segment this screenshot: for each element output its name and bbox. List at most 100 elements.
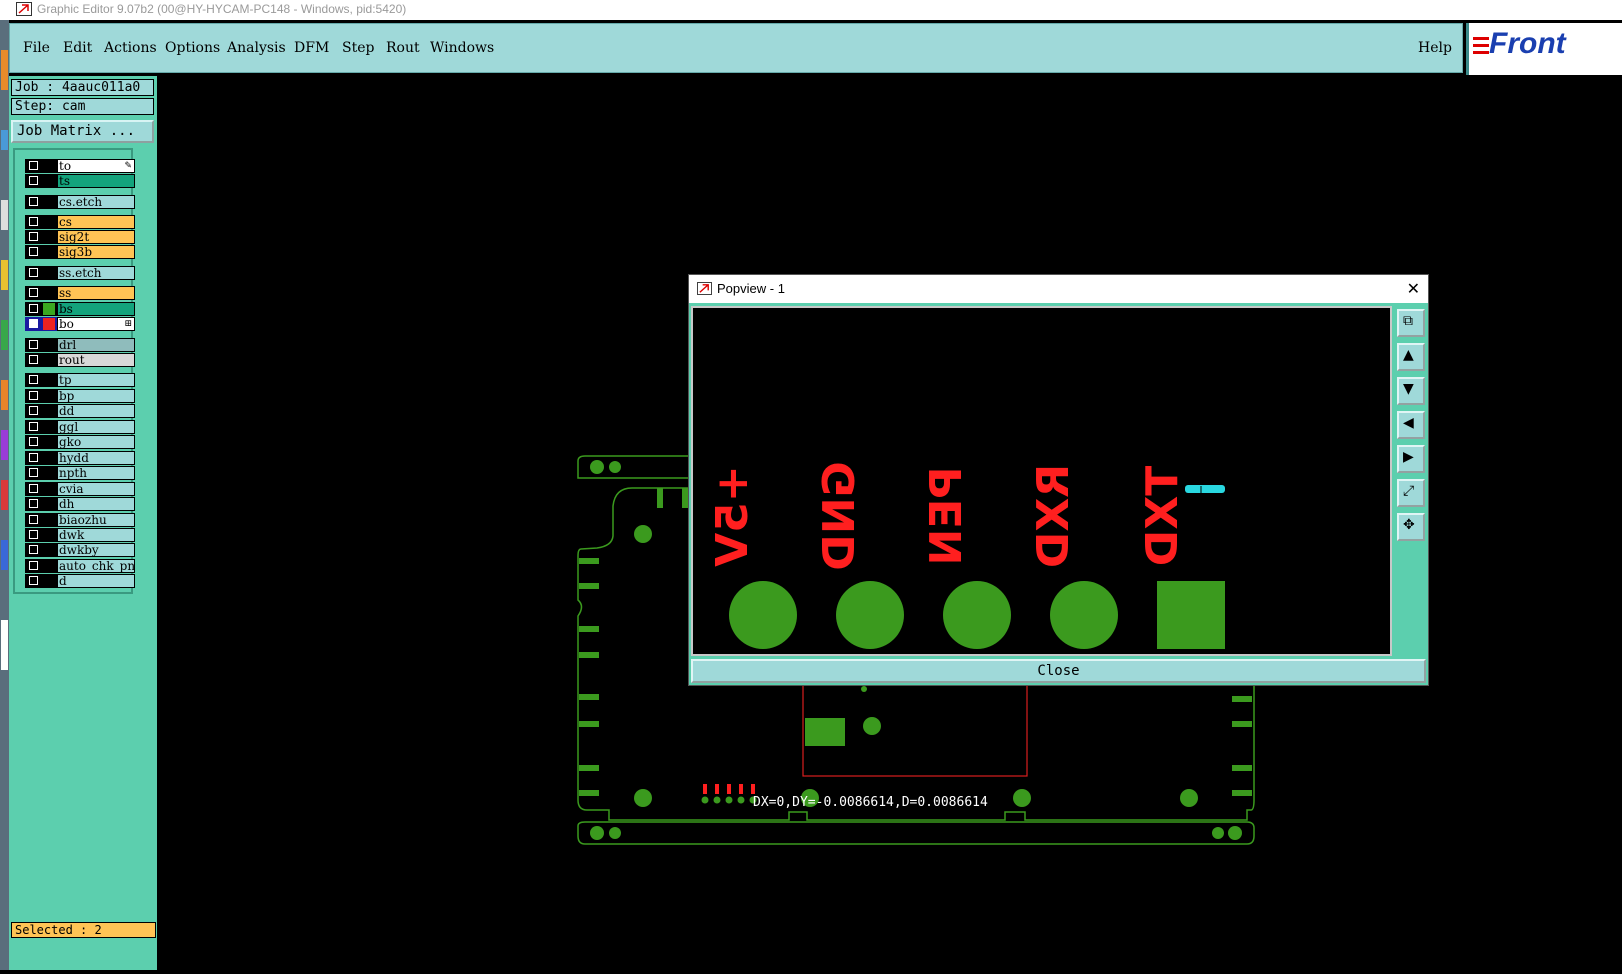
layer-row-bp[interactable]: bp [25, 389, 155, 403]
layer-checkbox[interactable] [25, 389, 57, 403]
pan-down-button[interactable]: ▼ [1397, 377, 1425, 405]
layer-checkbox[interactable] [25, 451, 57, 465]
layer-row-drl[interactable]: drl [25, 338, 155, 352]
zoom-fit-button[interactable]: ⤢ [1397, 479, 1425, 507]
popview-canvas[interactable]: +5V GND PEN RXD TXD [691, 306, 1392, 656]
layer-checkbox[interactable] [25, 466, 57, 480]
layer-checkbox[interactable] [25, 420, 57, 434]
layer-name[interactable]: gko [57, 435, 135, 449]
zoom-window-button[interactable]: ⧉ [1397, 309, 1425, 337]
layer-row-to[interactable]: to ✎ [25, 159, 155, 173]
layer-row-cvia[interactable]: cvia [25, 482, 155, 496]
layer-row-d[interactable]: d [25, 574, 155, 588]
menu-file[interactable]: File [23, 40, 50, 56]
layer-row-bo[interactable]: bo ⊞ [25, 317, 155, 331]
layer-checkbox[interactable] [25, 338, 57, 352]
layer-row-gko[interactable]: gko [25, 435, 155, 449]
layer-row-sig2t[interactable]: sig2t [25, 230, 155, 244]
layer-checkbox[interactable] [25, 317, 57, 331]
layer-name[interactable]: dh [57, 497, 135, 511]
layer-name[interactable]: ts [57, 174, 135, 188]
zoom-home-button[interactable]: ✥ [1397, 513, 1425, 541]
layer-name[interactable]: drl [57, 338, 135, 352]
layer-row-dwkby[interactable]: dwkby [25, 543, 155, 557]
layer-row-dh[interactable]: dh [25, 497, 155, 511]
layer-checkbox[interactable] [25, 230, 57, 244]
layer-checkbox[interactable] [25, 245, 57, 259]
layer-name[interactable]: cs.etch [57, 195, 135, 209]
layer-checkbox[interactable] [25, 215, 57, 229]
close-icon[interactable]: ✕ [1407, 279, 1420, 298]
pan-up-button[interactable]: ▲ [1397, 343, 1425, 371]
menu-analysis[interactable]: Analysis [227, 40, 286, 56]
layer-name[interactable]: dwkby [57, 543, 135, 557]
layer-checkbox[interactable] [25, 497, 57, 511]
layer-row-ts[interactable]: ts [25, 174, 155, 188]
menu-actions[interactable]: Actions [104, 40, 157, 56]
layer-row-sig3b[interactable]: sig3b [25, 245, 155, 259]
layer-row-bs[interactable]: bs [25, 302, 155, 316]
layer-checkbox[interactable] [25, 482, 57, 496]
layer-checkbox[interactable] [25, 174, 57, 188]
layer-name[interactable]: cs [57, 215, 135, 229]
layer-checkbox[interactable] [25, 574, 57, 588]
layer-row-ss[interactable]: ss [25, 286, 155, 300]
layer-name[interactable]: bs [57, 302, 135, 316]
layer-name[interactable]: bo ⊞ [57, 317, 135, 331]
layer-checkbox[interactable] [25, 353, 57, 367]
layer-row-rout[interactable]: rout [25, 353, 155, 367]
layer-name[interactable]: ss.etch [57, 266, 135, 280]
pan-left-button[interactable]: ◀ [1397, 411, 1425, 439]
menu-windows[interactable]: Windows [430, 40, 494, 56]
layer-checkbox[interactable] [25, 195, 57, 209]
layer-name[interactable]: cvia [57, 482, 135, 496]
layer-row-cs[interactable]: cs [25, 215, 155, 229]
layer-checkbox[interactable] [25, 435, 57, 449]
layer-name[interactable]: hydd [57, 451, 135, 465]
pan-right-button[interactable]: ▶ [1397, 445, 1425, 473]
layer-row-ss-etch[interactable]: ss.etch [25, 266, 155, 280]
layer-checkbox[interactable] [25, 528, 57, 542]
layer-name[interactable]: auto_chk_pnl [57, 559, 135, 573]
layer-name[interactable]: d [57, 574, 135, 588]
layer-checkbox[interactable] [25, 302, 57, 316]
job-matrix-button[interactable]: Job Matrix ... [11, 120, 154, 143]
layer-checkbox[interactable] [25, 559, 57, 573]
layer-checkbox[interactable] [25, 404, 57, 418]
layer-row-dwk[interactable]: dwk [25, 528, 155, 542]
layer-row-dd[interactable]: dd [25, 404, 155, 418]
layer-checkbox[interactable] [25, 373, 57, 387]
layer-name[interactable]: tp [57, 373, 135, 387]
layer-name[interactable]: to ✎ [57, 159, 135, 173]
layer-name[interactable]: npth [57, 466, 135, 480]
layer-row-hydd[interactable]: hydd [25, 451, 155, 465]
menu-rout[interactable]: Rout [386, 40, 420, 56]
layer-name[interactable]: ss [57, 286, 135, 300]
layer-name[interactable]: dwk [57, 528, 135, 542]
layer-checkbox[interactable] [25, 513, 57, 527]
close-button[interactable]: Close [691, 659, 1426, 683]
menu-step[interactable]: Step [342, 40, 374, 56]
layer-row-npth[interactable]: npth [25, 466, 155, 480]
layer-name[interactable]: sig3b [57, 245, 135, 259]
layer-name[interactable]: sig2t [57, 230, 135, 244]
layer-checkbox[interactable] [25, 543, 57, 557]
layer-name[interactable]: rout [57, 353, 135, 367]
menu-help[interactable]: Help [1418, 40, 1452, 56]
layer-row-tp[interactable]: tp [25, 373, 155, 387]
layer-row-biaozhu[interactable]: biaozhu [25, 513, 155, 527]
layer-row-ggl[interactable]: ggl [25, 420, 155, 434]
menu-options[interactable]: Options [165, 40, 220, 56]
layer-name[interactable]: bp [57, 389, 135, 403]
layer-row-auto-chk-pnl[interactable]: auto_chk_pnl [25, 559, 155, 573]
layer-name[interactable]: dd [57, 404, 135, 418]
layer-row-cs-etch[interactable]: cs.etch [25, 195, 155, 209]
selection-highlight [1185, 485, 1225, 493]
layer-checkbox[interactable] [25, 286, 57, 300]
menu-dfm[interactable]: DFM [294, 40, 329, 56]
layer-checkbox[interactable] [25, 159, 57, 173]
layer-name[interactable]: biaozhu [57, 513, 135, 527]
menu-edit[interactable]: Edit [63, 40, 92, 56]
layer-checkbox[interactable] [25, 266, 57, 280]
layer-name[interactable]: ggl [57, 420, 135, 434]
